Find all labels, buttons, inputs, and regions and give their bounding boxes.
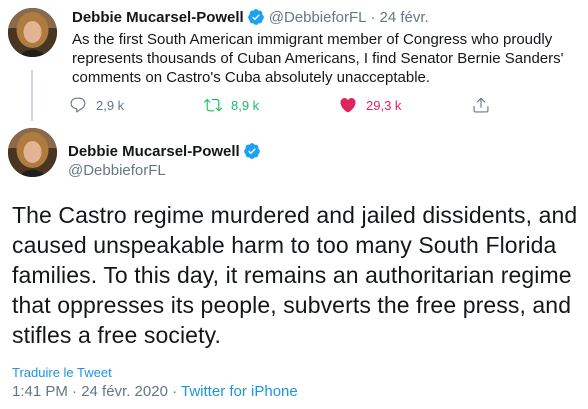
thread-connector (31, 70, 33, 121)
verified-badge-icon (243, 142, 261, 160)
tweet-actions: 2,9 k 8,9 k 29,3 k (69, 94, 489, 116)
share-button[interactable] (472, 96, 499, 114)
retweet-count: 8,9 k (231, 97, 260, 113)
translate-tweet-link[interactable]: Traduire le Tweet (12, 365, 112, 380)
avatar[interactable] (8, 8, 57, 57)
avatar[interactable] (8, 128, 57, 177)
author-name[interactable]: Debbie Mucarsel-Powell (72, 9, 244, 26)
tweet-timestamp[interactable]: 1:41 PM · 24 févr. 2020 (12, 383, 168, 400)
tweet-main-text: The Castro regime murdered and jailed di… (12, 202, 578, 348)
tweet-text: As the first South American immigrant me… (72, 31, 564, 86)
dot-separator: · (370, 8, 376, 26)
tweet-meta: 1:41 PM · 24 févr. 2020 · Twitter for iP… (12, 383, 298, 400)
author-handle[interactable]: @DebbieforFL (269, 9, 367, 26)
author-name[interactable]: Debbie Mucarsel-Powell (68, 143, 240, 160)
tweet-author: Debbie Mucarsel-Powell (68, 142, 261, 160)
retweet-icon (204, 98, 222, 112)
author-handle[interactable]: @DebbieforFL (68, 162, 166, 179)
heart-icon (340, 98, 356, 113)
reply-button[interactable]: 2,9 k (69, 96, 124, 114)
reply-count: 2,9 k (96, 97, 125, 113)
like-count: 29,3 k (366, 97, 402, 113)
verified-badge-icon (247, 8, 265, 26)
like-button[interactable]: 29,3 k (339, 96, 401, 114)
tweet-source[interactable]: Twitter for iPhone (181, 383, 298, 400)
meta-separator: · (172, 383, 178, 400)
share-icon (473, 97, 489, 113)
tweet-date[interactable]: 24 févr. (380, 9, 429, 26)
tweet-header: Debbie Mucarsel-Powell @DebbieforFL · 24… (72, 8, 429, 26)
retweet-button[interactable]: 8,9 k (204, 96, 259, 114)
reply-icon (70, 97, 86, 113)
